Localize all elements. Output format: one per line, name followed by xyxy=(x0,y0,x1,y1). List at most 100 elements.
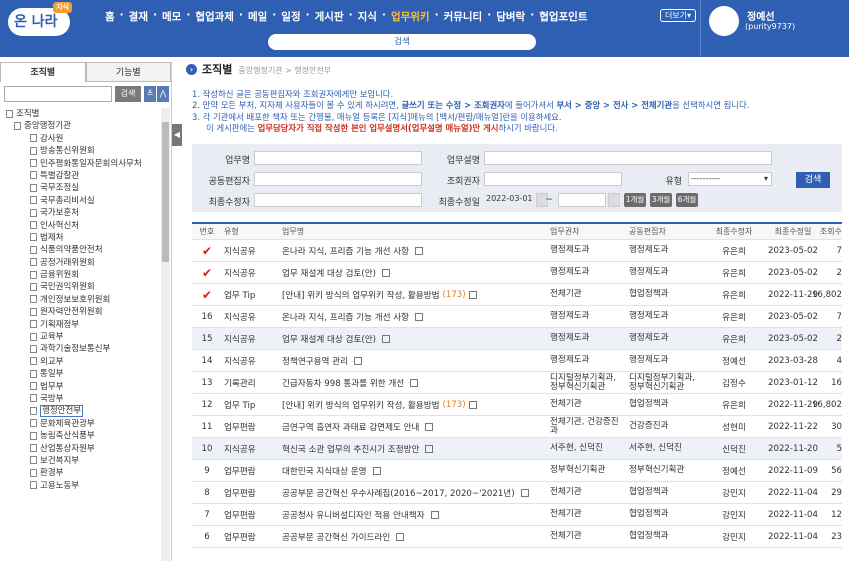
table-row[interactable]: 10 지식공유 혁신국 소관 업무의 추진시기 조정방안 서주현, 신덕진 서주현, 신… xyxy=(192,438,842,460)
tree-node[interactable]: 국민권익위원회 xyxy=(0,281,160,293)
collapse-all-icon[interactable]: ⋀ xyxy=(157,86,169,102)
col-owner[interactable]: 업무권자 xyxy=(550,224,622,239)
tree-node[interactable]: 과학기술정보통신부 xyxy=(0,343,160,355)
col-no[interactable]: 번호 xyxy=(194,224,220,239)
row-subject[interactable]: 정책연구용역 관리 xyxy=(282,350,547,371)
type-select[interactable]: ---------- ▾ xyxy=(688,172,772,186)
user-profile[interactable]: 정예선 (purity9737) xyxy=(700,0,849,57)
tree-node[interactable]: 국무총리비서실 xyxy=(0,195,160,207)
range-1month-button[interactable]: 1개월 xyxy=(624,193,646,207)
menu-item[interactable]: 메일 xyxy=(243,9,272,24)
row-subject[interactable]: 공공부문 공간혁신 우수사례집(2016~2017, 2020~'2021년) xyxy=(282,482,547,503)
tree-node[interactable]: 환경부 xyxy=(0,467,160,479)
tree-node[interactable]: 방송통신위원회 xyxy=(0,145,160,157)
external-link-icon[interactable] xyxy=(468,400,477,409)
tree-node[interactable]: 기획재정부 xyxy=(0,319,160,331)
tree-root[interactable]: 조직별 xyxy=(0,108,160,120)
table-row[interactable]: 8 업무편람 공공부문 공간혁신 우수사례집(2016~2017, 2020~'20… xyxy=(192,482,842,504)
table-row[interactable]: ✔ 지식공유 업무 재설계 대상 검토(안) 행정제도과 행정제도과 유은희 2023-05… xyxy=(192,262,842,284)
external-link-icon[interactable] xyxy=(381,268,390,277)
subject-link[interactable]: 긴급자동차 998 통과를 위한 개선 xyxy=(282,377,404,389)
tree-node[interactable]: 국가보훈처 xyxy=(0,207,160,219)
subject-link[interactable]: [안내] 위키 방식의 업무위키 작성, 활용방법 xyxy=(282,399,440,411)
col-type[interactable]: 유형 xyxy=(224,224,276,239)
menu-item[interactable]: 지식 xyxy=(353,9,382,24)
tree-node[interactable]: 고용노동부 xyxy=(0,480,160,492)
row-subject[interactable]: 공공청사 유니버설디자인 적용 안내책자 xyxy=(282,504,547,525)
row-subject[interactable]: 대한민국 지식대상 운영 xyxy=(282,460,547,481)
tree-node[interactable]: 원자력안전위원회 xyxy=(0,306,160,318)
range-6month-button[interactable]: 6개월 xyxy=(676,193,698,207)
external-link-icon[interactable] xyxy=(415,312,424,321)
tree-node[interactable]: 행정안전부 xyxy=(0,405,160,418)
tree-node[interactable]: 개인정보보호위원회 xyxy=(0,294,160,306)
viewer-input[interactable] xyxy=(484,172,622,186)
subject-link[interactable]: 업무 재설계 대상 검토(안) xyxy=(282,333,376,345)
subject-link[interactable]: 공공부문 공간혁신 가이드라인 xyxy=(282,531,390,543)
row-subject[interactable]: 공공부문 공간혁신 가이드라인 xyxy=(282,526,547,547)
col-views[interactable]: 조회수 xyxy=(814,224,842,239)
row-subject[interactable]: 긴급자동차 998 통과를 위한 개선 xyxy=(282,372,547,393)
table-row[interactable]: 9 업무편람 대한민국 지식대상 운영 정부혁신기획관 정부혁신기획관 정예선 2022-1… xyxy=(192,460,842,482)
tree-node[interactable]: 특별감찰관 xyxy=(0,170,160,182)
subject-input[interactable] xyxy=(254,151,422,165)
table-row[interactable]: ✔ 업무 Tip [안내] 위키 방식의 업무위키 작성, 활용방법 (173) 전체기… xyxy=(192,284,842,306)
table-row[interactable]: 11 업무편람 금연구역 흡연자 과태료 감면제도 안내 전체기관, 건강증진과 건강증… xyxy=(192,416,842,438)
external-link-icon[interactable] xyxy=(372,466,381,475)
expand-all-icon[interactable]: ≚ xyxy=(144,86,156,102)
table-row[interactable]: 7 업무편람 공공청사 유니버설디자인 적용 안내책자 전체기관 협업정책과 강민지 202… xyxy=(192,504,842,526)
external-link-icon[interactable] xyxy=(468,290,477,299)
external-link-icon[interactable] xyxy=(425,444,434,453)
external-link-icon[interactable] xyxy=(381,334,390,343)
tree-scroll-thumb[interactable] xyxy=(162,122,169,262)
subject-link[interactable]: 공공부문 공간혁신 우수사례집(2016~2017, 2020~'2021년) xyxy=(282,487,515,499)
table-row[interactable]: ✔ 지식공유 온나라 지식, 프리즘 기능 개선 사항 행정제도과 행정제도과 유은희 20… xyxy=(192,240,842,262)
menu-item[interactable]: 커뮤니티 xyxy=(439,9,488,24)
row-subject[interactable]: 온나라 지식, 프리즘 기능 개선 사항 xyxy=(282,306,547,327)
menu-item[interactable]: 메모 xyxy=(157,9,186,24)
row-subject[interactable]: 업무 재설계 대상 검토(안) xyxy=(282,262,547,283)
menu-item[interactable]: 결재 xyxy=(124,9,153,24)
table-row[interactable]: 6 업무편람 공공부문 공간혁신 가이드라인 전체기관 협업정책과 강민지 2022-11-… xyxy=(192,526,842,548)
date-to-field[interactable] xyxy=(558,193,606,207)
row-subject[interactable]: 온나라 지식, 프리즘 기능 개선 사항 xyxy=(282,240,547,261)
date-from-field[interactable]: 2022-03-01 xyxy=(484,193,536,207)
subject-link[interactable]: 정책연구용역 관리 xyxy=(282,355,348,367)
tree-node[interactable]: 금융위원회 xyxy=(0,269,160,281)
tree-node[interactable]: 외교부 xyxy=(0,356,160,368)
sidebar-collapse-button[interactable]: ◀ xyxy=(172,124,182,146)
table-row[interactable]: 13 기록관리 긴급자동차 998 통과를 위한 개선 디지털정부기획과, 정부혁신기… xyxy=(192,372,842,394)
more-menu-button[interactable]: 더보기▾ xyxy=(660,9,696,22)
desc-input[interactable] xyxy=(484,151,772,165)
tree-node[interactable]: 인사혁신처 xyxy=(0,220,160,232)
range-3month-button[interactable]: 3개월 xyxy=(650,193,672,207)
subject-link[interactable]: [안내] 위키 방식의 업무위키 작성, 활용방법 xyxy=(282,289,440,301)
menu-item[interactable]: 협업과제 xyxy=(190,9,239,24)
subject-link[interactable]: 온나라 지식, 프리즘 기능 개선 사항 xyxy=(282,311,409,323)
external-link-icon[interactable] xyxy=(396,532,405,541)
menu-item[interactable]: 협업포인트 xyxy=(534,9,592,24)
search-button[interactable]: 검색 xyxy=(796,172,830,188)
tree-node[interactable]: 국방부 xyxy=(0,393,160,405)
global-search-bar[interactable]: 검색 xyxy=(268,34,536,50)
tree-node[interactable]: 공정거래위원회 xyxy=(0,257,160,269)
tree-node[interactable]: 국무조정실 xyxy=(0,182,160,194)
onnara-logo[interactable]: 온 나라 지식 xyxy=(8,2,72,36)
tree-node[interactable]: 교육부 xyxy=(0,331,160,343)
subject-link[interactable]: 혁신국 소관 업무의 추진시기 조정방안 xyxy=(282,443,419,455)
tree-node[interactable]: 법무부 xyxy=(0,381,160,393)
external-link-icon[interactable] xyxy=(415,246,424,255)
tree-node[interactable]: 통일부 xyxy=(0,368,160,380)
subject-link[interactable]: 업무 재설계 대상 검토(안) xyxy=(282,267,376,279)
modifier-input[interactable] xyxy=(254,193,422,207)
col-modifier[interactable]: 최종수정자 xyxy=(704,224,764,239)
tree-node[interactable]: 감사원 xyxy=(0,133,160,145)
table-row[interactable]: 12 업무 Tip [안내] 위키 방식의 업무위키 작성, 활용방법 (173) 전체… xyxy=(192,394,842,416)
tree-node[interactable]: 법제처 xyxy=(0,232,160,244)
col-subject[interactable]: 업무명 xyxy=(282,224,547,239)
row-subject[interactable]: [안내] 위키 방식의 업무위키 작성, 활용방법 (173) xyxy=(282,394,547,415)
subject-link[interactable]: 공공청사 유니버설디자인 적용 안내책자 xyxy=(282,509,425,521)
tree-node[interactable]: 산업통상자원부 xyxy=(0,443,160,455)
tree-search-input[interactable] xyxy=(4,86,112,102)
col-editor[interactable]: 공동편집자 xyxy=(629,224,701,239)
